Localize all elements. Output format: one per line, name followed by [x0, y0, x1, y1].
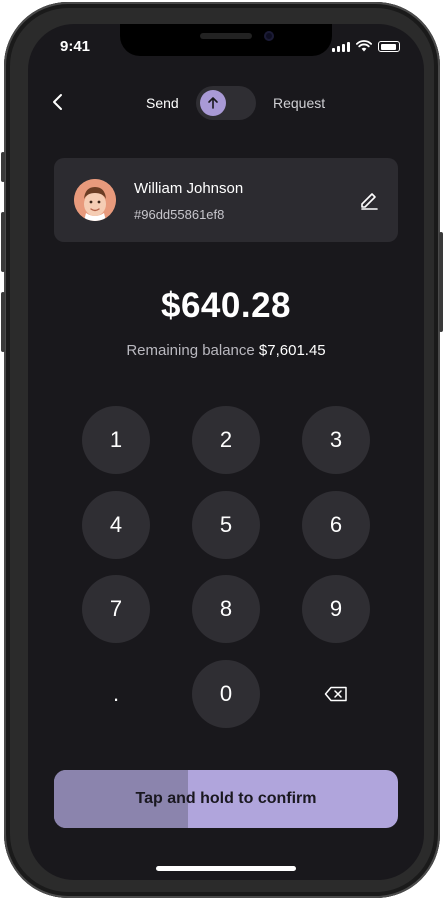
front-camera: [264, 31, 274, 41]
notch: [120, 24, 332, 56]
key-decimal[interactable]: .: [82, 660, 150, 728]
edit-icon[interactable]: [358, 188, 380, 210]
wifi-icon: [356, 40, 372, 52]
balance-value: $7,601.45: [258, 342, 326, 359]
amount-display: $640.28: [160, 286, 292, 325]
phone-frame: 9:41 Send Request William Johnson #96dd5…: [1, 2, 443, 898]
confirm-button[interactable]: Tap and hold to confirm: [54, 770, 398, 828]
key-4[interactable]: 4: [82, 491, 150, 559]
tab-request[interactable]: Request: [273, 95, 325, 111]
key-7[interactable]: 7: [82, 575, 150, 643]
status-time: 9:41: [60, 38, 91, 55]
key-3[interactable]: 3: [302, 406, 370, 474]
back-icon[interactable]: [46, 90, 70, 114]
power-button: [439, 232, 443, 332]
mute-switch: [1, 152, 5, 182]
recipient-account-id: #96dd55861ef8: [134, 207, 225, 222]
battery-icon: [378, 41, 400, 52]
volume-up-button: [1, 212, 5, 272]
backspace-button[interactable]: [302, 660, 370, 728]
tab-send[interactable]: Send: [146, 95, 179, 111]
status-icons: [332, 40, 400, 52]
key-1[interactable]: 1: [82, 406, 150, 474]
key-2[interactable]: 2: [192, 406, 260, 474]
backspace-icon: [324, 686, 347, 702]
key-5[interactable]: 5: [192, 491, 260, 559]
home-indicator[interactable]: [156, 866, 296, 871]
volume-down-button: [1, 292, 5, 352]
key-0[interactable]: 0: [192, 660, 260, 728]
remaining-balance: Remaining balance $7,601.45: [28, 342, 424, 359]
recipient-name: William Johnson: [134, 180, 244, 197]
key-8[interactable]: 8: [192, 575, 260, 643]
signal-icon: [332, 42, 350, 52]
recipient-card[interactable]: William Johnson #96dd55861ef8: [54, 158, 398, 242]
confirm-label: Tap and hold to confirm: [135, 790, 317, 807]
key-9[interactable]: 9: [302, 575, 370, 643]
balance-label: Remaining balance: [126, 342, 255, 359]
avatar: [74, 179, 116, 221]
send-request-toggle[interactable]: [196, 86, 256, 120]
arrow-up-icon: [200, 90, 226, 116]
screen: 9:41 Send Request William Johnson #96dd5…: [28, 24, 424, 880]
key-6[interactable]: 6: [302, 491, 370, 559]
speaker: [200, 33, 252, 39]
